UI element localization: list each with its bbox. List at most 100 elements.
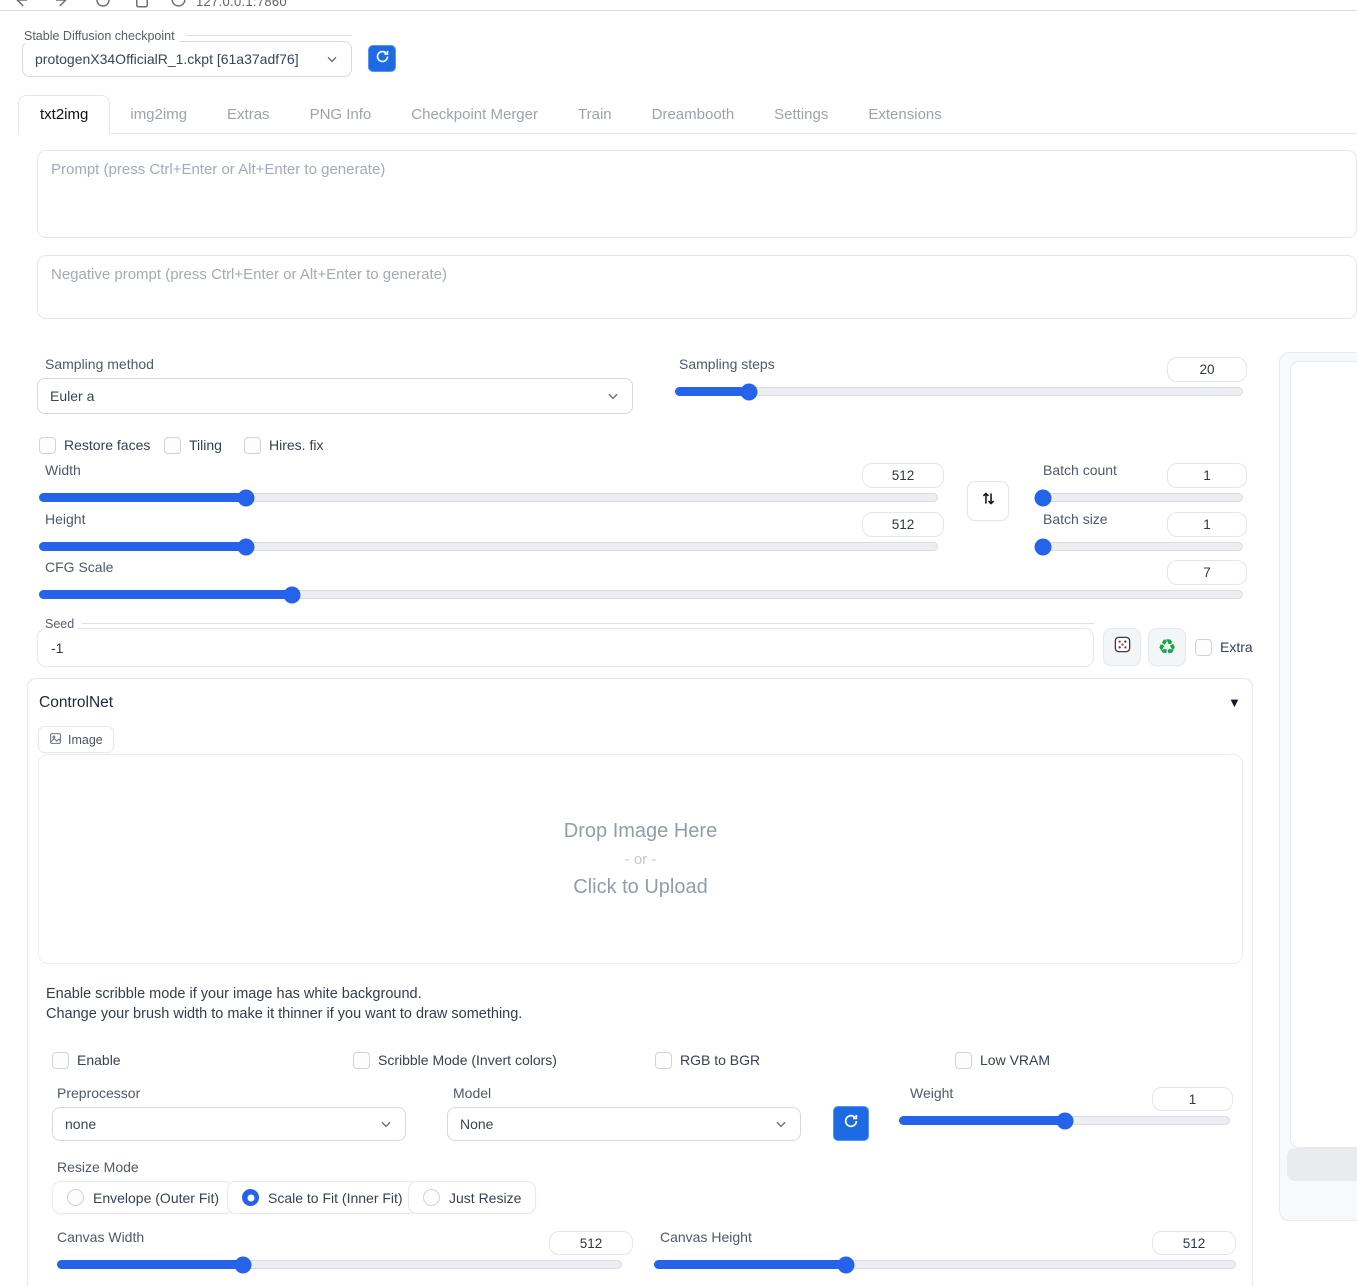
tab-checkpoint-merger[interactable]: Checkpoint Merger <box>391 96 558 133</box>
resize-option-just-resize[interactable]: Just Resize <box>408 1181 537 1214</box>
radio-icon <box>423 1189 440 1206</box>
checkpoint-dropdown[interactable]: protogenX34OfficialR_1.ckpt [61a37adf76] <box>22 41 352 77</box>
chevron-down-icon <box>379 1117 393 1131</box>
image-icon <box>49 732 62 748</box>
tiling-checkbox[interactable] <box>164 437 181 454</box>
site-info-icon[interactable] <box>170 0 188 9</box>
batch-count-input[interactable] <box>1167 463 1247 488</box>
address-bar-url[interactable]: 127.0.0.1:7860 <box>196 0 287 9</box>
extra-seed-checkbox[interactable] <box>1195 639 1212 656</box>
cfg-scale-slider[interactable] <box>39 586 1243 603</box>
drop-image-here-text: Drop Image Here <box>563 819 718 842</box>
scribble-hint-line2: Change your brush width to make it thinn… <box>46 1006 523 1022</box>
chevron-down-icon <box>774 1117 788 1131</box>
refresh-models-button[interactable] <box>833 1106 869 1141</box>
canvas-height-slider[interactable] <box>654 1256 1236 1273</box>
refresh-icon <box>375 49 390 69</box>
prompt-input[interactable] <box>37 150 1357 238</box>
restore-faces-checkbox[interactable] <box>39 437 56 454</box>
checkpoint-value: protogenX34OfficialR_1.ckpt [61a37adf76] <box>35 51 299 67</box>
canvas-width-input[interactable] <box>549 1231 633 1255</box>
tab-extensions[interactable]: Extensions <box>848 96 961 133</box>
low-vram-checkbox[interactable] <box>955 1052 972 1069</box>
seed-legend-line <box>82 623 1094 624</box>
low-vram-label: Low VRAM <box>980 1052 1051 1068</box>
swap-axes-icon <box>980 490 997 512</box>
hires-fix-checkbox[interactable] <box>244 437 261 454</box>
forward-icon[interactable] <box>53 0 71 9</box>
resize-option-envelope-label: Envelope (Outer Fit) <box>93 1189 220 1206</box>
random-seed-button[interactable] <box>1103 628 1141 666</box>
negative-prompt-input[interactable] <box>37 255 1357 319</box>
click-to-upload-text: Click to Upload <box>573 875 708 898</box>
dice-icon <box>1113 635 1132 659</box>
width-input[interactable] <box>862 463 944 488</box>
weight-label: Weight <box>910 1085 954 1101</box>
hires-fix-label: Hires. fix <box>269 437 324 453</box>
resize-option-scale-to-fit-label: Scale to Fit (Inner Fit) <box>268 1189 403 1206</box>
tab-dreambooth[interactable]: Dreambooth <box>632 96 755 133</box>
controlnet-image-tab[interactable]: Image <box>38 726 114 753</box>
stable-diffusion-webui: 127.0.0.1:7860 Stable Diffusion checkpoi… <box>0 0 1357 1286</box>
resize-option-scale-to-fit[interactable]: Scale to Fit (Inner Fit) <box>227 1181 418 1214</box>
scribble-mode-label: Scribble Mode (Invert colors) <box>378 1052 557 1068</box>
controlnet-enable-checkbox[interactable] <box>52 1052 69 1069</box>
save-page-icon[interactable] <box>133 0 151 9</box>
checkpoint-legend-line <box>186 35 352 36</box>
preprocessor-dropdown[interactable]: none <box>52 1107 406 1141</box>
chevron-down-icon <box>325 52 339 66</box>
sampling-steps-slider[interactable] <box>675 383 1243 400</box>
resize-mode-label: Resize Mode <box>57 1159 139 1175</box>
tab-settings[interactable]: Settings <box>754 96 848 133</box>
canvas-width-label: Canvas Width <box>57 1229 145 1245</box>
collapse-arrow-icon[interactable]: ▼ <box>1228 695 1241 710</box>
scribble-hint-line1: Enable scribble mode if your image has w… <box>46 986 422 1002</box>
reuse-seed-button[interactable]: ♻ <box>1148 628 1186 666</box>
batch-size-input[interactable] <box>1167 512 1247 537</box>
refresh-icon <box>843 1113 859 1134</box>
recycle-icon: ♻ <box>1157 635 1177 659</box>
radio-icon <box>242 1189 259 1206</box>
cfg-scale-input[interactable] <box>1167 560 1247 585</box>
sampling-method-dropdown[interactable]: Euler a <box>37 378 633 414</box>
width-slider[interactable] <box>39 489 938 506</box>
back-icon[interactable] <box>12 0 30 9</box>
chevron-down-icon <box>606 389 620 403</box>
height-label: Height <box>45 511 86 527</box>
checkpoint-label: Stable Diffusion checkpoint <box>24 29 179 43</box>
preprocessor-label: Preprocessor <box>57 1085 141 1101</box>
tab-extras[interactable]: Extras <box>207 96 290 133</box>
drop-or-text: - or - <box>624 850 657 868</box>
sampling-method-value: Euler a <box>50 388 95 404</box>
tab-txt2img[interactable]: txt2img <box>18 95 111 134</box>
tab-train[interactable]: Train <box>558 96 632 133</box>
canvas-width-slider[interactable] <box>57 1256 622 1273</box>
extra-seed-label: Extra <box>1220 639 1253 655</box>
controlnet-enable-label: Enable <box>77 1052 121 1068</box>
sampling-steps-input[interactable] <box>1167 357 1247 382</box>
batch-count-slider[interactable] <box>1034 489 1243 506</box>
weight-slider[interactable] <box>899 1112 1230 1129</box>
scribble-mode-checkbox[interactable] <box>353 1052 370 1069</box>
tab-png-info[interactable]: PNG Info <box>290 96 392 133</box>
resize-option-envelope[interactable]: Envelope (Outer Fit) <box>52 1181 235 1214</box>
browser-toolbar: 127.0.0.1:7860 <box>0 0 1357 11</box>
swap-dimensions-button[interactable] <box>967 481 1009 521</box>
sampling-method-label: Sampling method <box>45 356 154 372</box>
model-dropdown[interactable]: None <box>447 1107 801 1141</box>
canvas-height-input[interactable] <box>1152 1231 1236 1255</box>
restore-faces-label: Restore faces <box>64 437 151 453</box>
weight-input[interactable] <box>1152 1087 1233 1111</box>
refresh-checkpoints-button[interactable] <box>368 45 396 72</box>
batch-size-slider[interactable] <box>1034 538 1243 555</box>
rgb-to-bgr-checkbox[interactable] <box>655 1052 672 1069</box>
seed-input[interactable] <box>37 628 1094 667</box>
results-action-button[interactable] <box>1287 1148 1357 1181</box>
rgb-to-bgr-label: RGB to BGR <box>680 1052 761 1068</box>
canvas-height-label: Canvas Height <box>660 1229 752 1245</box>
reload-icon[interactable] <box>94 0 112 9</box>
image-drop-zone[interactable]: Drop Image Here - or - Click to Upload <box>38 754 1243 964</box>
tab-img2img[interactable]: img2img <box>110 96 207 133</box>
height-input[interactable] <box>862 512 944 537</box>
height-slider[interactable] <box>39 538 938 555</box>
